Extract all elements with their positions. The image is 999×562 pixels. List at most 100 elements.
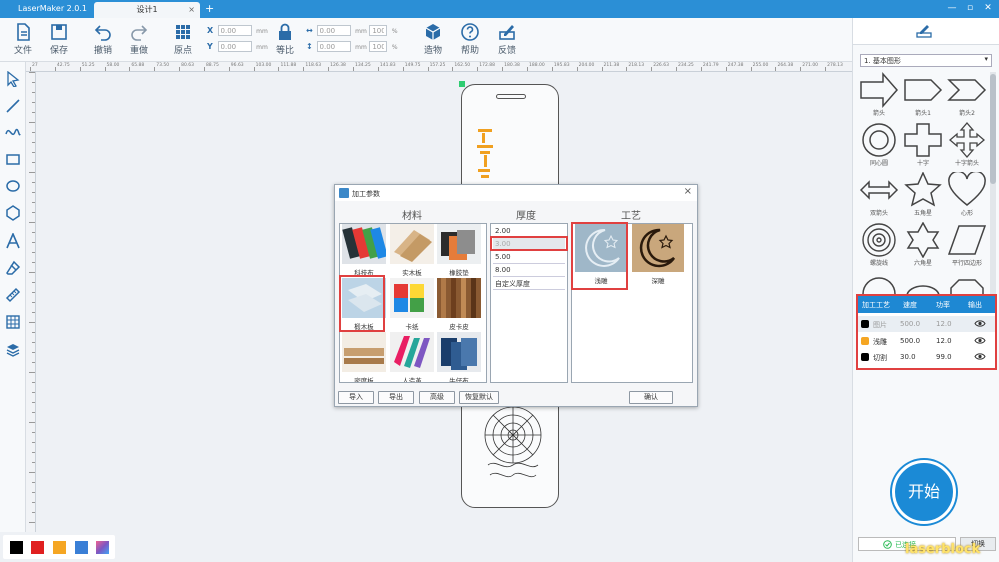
shape-hexagram[interactable]: 六角星: [901, 222, 945, 272]
color-swatch-gradient[interactable]: [96, 541, 109, 554]
material-denim[interactable]: 牛仔布: [437, 332, 481, 382]
material-leather-card[interactable]: 皮卡皮: [437, 278, 481, 331]
eye-icon[interactable]: [974, 352, 986, 361]
spiral-icon: [862, 223, 896, 257]
dialog-close-icon[interactable]: ×: [684, 186, 692, 197]
minimize-icon[interactable]: —: [945, 3, 959, 13]
thickness-option-custom[interactable]: 自定义厚度: [493, 277, 565, 290]
floral-pattern-graphic: [484, 406, 542, 478]
y-input[interactable]: [217, 41, 252, 52]
eye-icon[interactable]: [974, 336, 986, 345]
ruler-tick-label: 195.83: [553, 63, 570, 68]
origin-button[interactable]: 原点: [166, 22, 200, 56]
layers-icon[interactable]: [5, 342, 21, 358]
confirm-button[interactable]: 确认: [629, 391, 673, 404]
shape-library-button[interactable]: 造物: [416, 22, 450, 56]
tab-close-icon[interactable]: ×: [188, 2, 195, 18]
material-cardboard[interactable]: 卡纸: [390, 278, 434, 331]
array-grid-icon[interactable]: [5, 314, 21, 330]
ruler-tick-mark: [477, 67, 479, 71]
help-button[interactable]: 帮助: [453, 22, 487, 56]
redo-icon: [131, 25, 148, 41]
line-tool-icon[interactable]: [5, 98, 21, 114]
shape-category-select[interactable]: 1. 基本图形 ▾: [860, 54, 992, 67]
shape-arrow-2[interactable]: 箭头2: [945, 72, 989, 122]
material-faux-leather[interactable]: 人造革: [390, 332, 434, 382]
polygon-tool-icon[interactable]: [5, 205, 21, 221]
material-rubber-pad[interactable]: 橡胶垫: [437, 224, 481, 277]
shape-parallelogram[interactable]: 平行四边形: [945, 222, 989, 272]
ruler-tick-label: 162.50: [454, 63, 471, 68]
thickness-option-8[interactable]: 8.00: [493, 264, 565, 277]
process-row-cut[interactable]: 切割 30.0 99.0: [858, 349, 995, 365]
ruler-tick-mark: [353, 67, 355, 71]
text-tool-icon[interactable]: [5, 233, 21, 249]
width-unit: mm: [355, 28, 367, 35]
ruler-tick-mark: [32, 332, 35, 333]
cube-icon: [425, 24, 441, 40]
color-swatch-black[interactable]: [10, 541, 23, 554]
redo-button[interactable]: 重做: [122, 22, 156, 56]
material-tech-cloth[interactable]: 科技布: [342, 224, 388, 277]
shape-cross-arrow[interactable]: 十字箭头: [945, 122, 989, 172]
shape-concentric[interactable]: 同心圆: [857, 122, 901, 172]
selection-handle[interactable]: [459, 81, 465, 87]
height-percent-input[interactable]: [369, 41, 388, 52]
height-input[interactable]: [316, 41, 351, 52]
undo-button[interactable]: 撤销: [86, 22, 120, 56]
width-percent-input[interactable]: [369, 25, 388, 36]
process-row-engrave[interactable]: 浅雕 500.0 12.0: [858, 333, 995, 349]
feedback-button[interactable]: 反馈: [490, 22, 524, 56]
material-label: 实木板: [402, 269, 422, 277]
ruler-tick-mark: [576, 67, 578, 71]
start-button[interactable]: 开始: [892, 460, 956, 524]
material-solid-wood[interactable]: 实木板: [390, 224, 434, 277]
shape-heart[interactable]: 心形: [945, 172, 989, 222]
color-swatch-red[interactable]: [31, 541, 44, 554]
shape-grid-scrollbar[interactable]: [990, 72, 996, 300]
shape-cross[interactable]: 十字: [901, 122, 945, 172]
scrollbar-thumb[interactable]: [990, 74, 996, 184]
advanced-button[interactable]: 高级: [419, 391, 455, 404]
header-process: 加工工艺: [862, 301, 890, 309]
shape-double-arrow[interactable]: 双箭头: [857, 172, 901, 222]
new-tab-button[interactable]: +: [205, 2, 214, 15]
thickness-option-5[interactable]: 5.00: [493, 251, 565, 264]
material-mdf[interactable]: 密度板: [342, 332, 386, 382]
lock-ratio-button[interactable]: 等比: [268, 22, 302, 56]
eraser-tool-icon[interactable]: [5, 260, 21, 276]
selected-material-highlight: [339, 275, 385, 332]
process-deep-engrave[interactable]: 深雕: [632, 224, 684, 285]
import-button[interactable]: 导入: [338, 391, 374, 404]
ruler-tool-icon[interactable]: [5, 287, 21, 303]
tab-design-1[interactable]: 设计1 ×: [94, 2, 200, 18]
shape-arrow[interactable]: 箭头: [857, 72, 901, 122]
export-button[interactable]: 导出: [378, 391, 414, 404]
save-button[interactable]: 保存: [42, 22, 76, 56]
ruler-tick-mark: [32, 462, 35, 463]
ruler-tick-label: 271.00: [802, 63, 819, 68]
shape-spiral[interactable]: 螺旋线: [857, 222, 901, 272]
color-swatch-orange[interactable]: [53, 541, 66, 554]
shape-star[interactable]: 五角星: [901, 172, 945, 222]
process-row-image[interactable]: 图片 500.0 12.0: [858, 316, 995, 332]
edit-panel-icon[interactable]: [916, 24, 932, 38]
curve-tool-icon[interactable]: [5, 124, 21, 140]
select-arrow-icon[interactable]: [5, 71, 21, 87]
restore-defaults-button[interactable]: 恢复默认: [459, 391, 499, 404]
ellipse-tool-icon[interactable]: [5, 178, 21, 194]
ruler-tick-mark: [32, 192, 35, 193]
right-panel-header: [853, 18, 999, 45]
rectangle-tool-icon[interactable]: [5, 151, 21, 167]
x-input[interactable]: [217, 25, 252, 36]
file-button[interactable]: 文件: [6, 22, 40, 56]
color-swatch-blue[interactable]: [75, 541, 88, 554]
ruler-tick-label: 73.50: [156, 63, 170, 68]
close-window-icon[interactable]: ✕: [981, 3, 995, 13]
height-field: ↕ mm %: [306, 41, 398, 52]
eye-icon[interactable]: [974, 319, 986, 328]
maximize-icon[interactable]: ▫: [963, 3, 977, 13]
ruler-tick-mark: [32, 112, 35, 113]
shape-arrow-1[interactable]: 箭头1: [901, 72, 945, 122]
width-input[interactable]: [316, 25, 351, 36]
